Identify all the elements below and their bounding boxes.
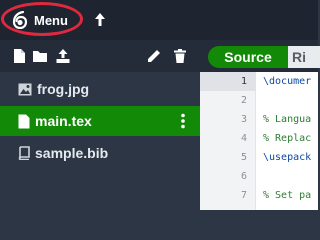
code-line: % Set pa bbox=[263, 190, 312, 201]
line-number: 1 bbox=[240, 76, 247, 87]
upload-icon[interactable] bbox=[55, 48, 71, 64]
tab-source[interactable]: Source bbox=[208, 46, 288, 68]
line-number-gutter: 1 2 3 4 5 6 7 bbox=[200, 72, 256, 210]
file-name: sample.bib bbox=[35, 145, 109, 161]
line-number: 7 bbox=[240, 190, 247, 201]
file-tree-toolbar bbox=[0, 40, 200, 72]
line-number: 5 bbox=[240, 152, 247, 163]
file-options-kebab-icon[interactable] bbox=[180, 113, 186, 129]
new-file-icon[interactable] bbox=[11, 48, 27, 64]
overleaf-logo-icon bbox=[12, 11, 28, 29]
image-icon bbox=[18, 83, 32, 95]
code-line: \usepack bbox=[263, 152, 312, 163]
editor-mode-switch: Source Ri bbox=[200, 40, 320, 72]
file-name: main.tex bbox=[35, 113, 92, 129]
active-line-highlight bbox=[200, 72, 256, 91]
upload-arrow-icon[interactable] bbox=[92, 11, 108, 29]
file-item-sample-bib[interactable]: sample.bib bbox=[0, 138, 200, 168]
file-icon bbox=[18, 114, 30, 128]
line-number: 4 bbox=[240, 133, 247, 144]
file-item-main-tex[interactable]: main.tex bbox=[0, 106, 200, 136]
line-number: 2 bbox=[240, 95, 247, 106]
menu-button[interactable]: Menu bbox=[6, 6, 78, 34]
new-folder-icon[interactable] bbox=[32, 48, 48, 64]
menu-label: Menu bbox=[34, 12, 68, 28]
top-toolbar: Menu bbox=[0, 0, 318, 40]
code-area[interactable]: \documer % Langua % Replac \usepack % Se… bbox=[256, 72, 318, 210]
code-line: \documer bbox=[263, 76, 312, 87]
line-number: 3 bbox=[240, 114, 247, 125]
file-item-frog-jpg[interactable]: frog.jpg bbox=[0, 74, 200, 104]
line-number: 6 bbox=[240, 171, 247, 182]
book-icon bbox=[18, 146, 30, 160]
tab-rich-text[interactable]: Ri bbox=[288, 46, 320, 68]
code-line: % Replac bbox=[263, 133, 312, 144]
file-name: frog.jpg bbox=[37, 81, 90, 97]
delete-trash-icon[interactable] bbox=[172, 48, 188, 64]
rename-pencil-icon[interactable] bbox=[146, 48, 162, 64]
editor-pane: Source Ri 1 2 3 4 5 6 7 \documer % Langu… bbox=[200, 40, 320, 210]
file-tree-panel: frog.jpg main.tex sample.bib bbox=[0, 40, 200, 210]
code-line: % Langua bbox=[263, 114, 312, 125]
